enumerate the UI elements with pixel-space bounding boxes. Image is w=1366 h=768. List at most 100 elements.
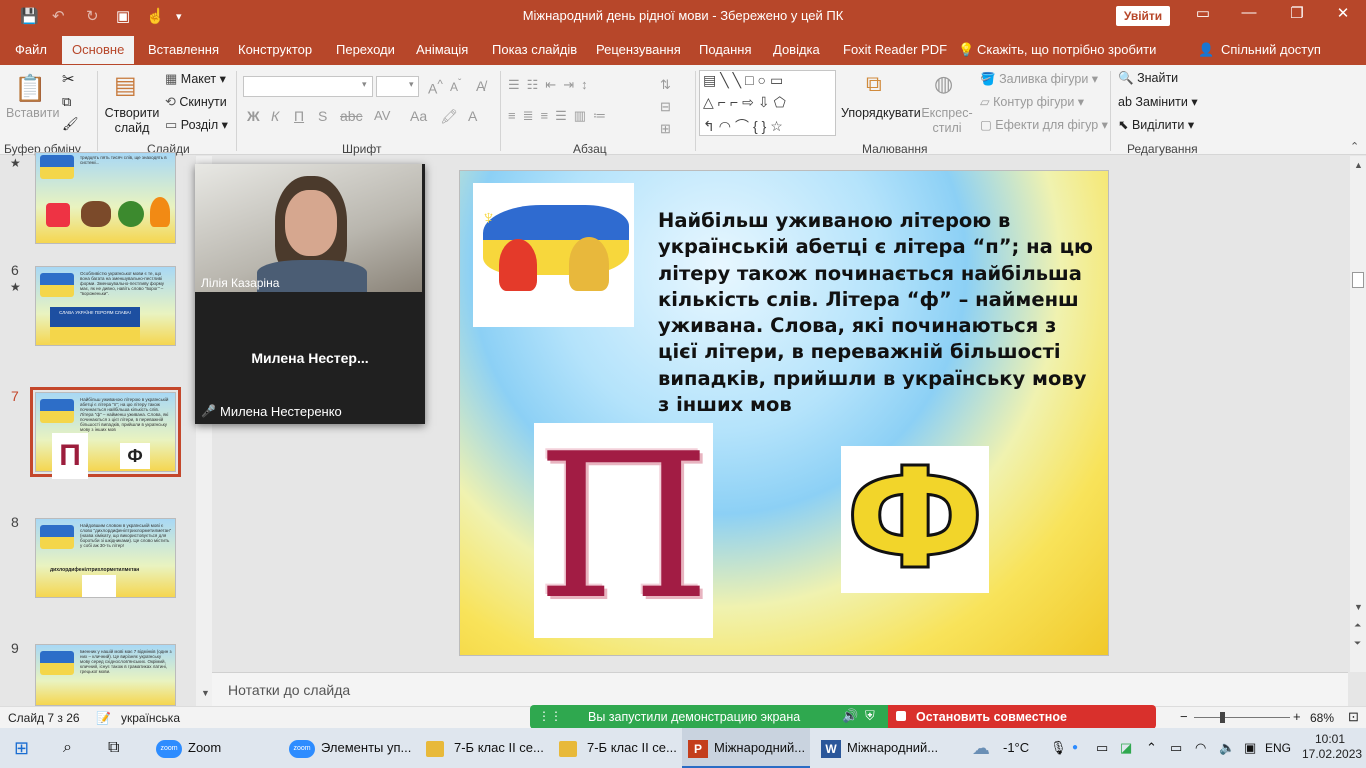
scroll-up-icon[interactable]: ▲ [1354, 160, 1363, 170]
slide-thumbnail-9[interactable]: Іменник у нашій мові має 7 відмінків (од… [35, 644, 176, 706]
zoom-tray-icon[interactable]: ● [1072, 728, 1078, 768]
shape-fill-button[interactable]: Заливка фігури [999, 72, 1088, 86]
sign-in-button[interactable]: Увійти [1116, 6, 1170, 26]
app-tray-icon[interactable]: ◪ [1120, 728, 1132, 768]
minimize-button[interactable]: — [1226, 4, 1272, 21]
keyboard-language[interactable]: ENG [1265, 728, 1291, 768]
camera-tray-icon[interactable]: ▭ [1096, 728, 1108, 768]
tab-view[interactable]: Подання [699, 42, 752, 57]
windows-start-icon[interactable]: ⊞ [14, 728, 29, 768]
weather-temp[interactable]: -1°C [1003, 728, 1029, 768]
slide-thumbnail-7[interactable]: Найбільш уживаною літерою в українській … [30, 387, 181, 479]
tab-design[interactable]: Конструктор [238, 42, 312, 57]
wifi-icon[interactable]: ◠ [1195, 728, 1206, 768]
notes-pane[interactable]: Нотатки до слайда [212, 672, 1348, 706]
zoom-slider[interactable] [1194, 717, 1290, 718]
list-icons[interactable]: ☰☷⇤⇥↕ [508, 77, 595, 93]
zoom-video-panel[interactable]: Лілія Казаріна Милена Нестер... 🎤 Милена… [195, 164, 425, 424]
taskbar-zoom[interactable]: zoom Zoom [150, 728, 278, 768]
paste-button[interactable]: Вставити [6, 106, 59, 120]
slide-scrollbar[interactable]: ▲ ▼ ⏶ ⏷ [1350, 156, 1366, 672]
layout-button[interactable]: Макет [181, 72, 216, 86]
maximize-button[interactable]: ❐ [1274, 4, 1320, 22]
taskbar-folder-2[interactable]: 7-Б клас II се... [549, 728, 677, 768]
format-painter-icon[interactable]: 🖌 [62, 116, 79, 132]
spacing-icon[interactable]: AV [374, 108, 390, 123]
copy-icon[interactable]: ⧉ [62, 94, 71, 110]
network-icon[interactable]: ▭ [1170, 728, 1182, 768]
change-case-icon[interactable]: Aa [410, 108, 427, 124]
drag-handle-icon[interactable]: ⋮⋮ [538, 709, 562, 723]
tab-foxit[interactable]: Foxit Reader PDF [843, 42, 947, 57]
shadow-button[interactable]: S [318, 108, 327, 124]
italic-button[interactable]: К [271, 108, 279, 124]
underline-button[interactable]: П [294, 108, 304, 124]
quick-styles-button[interactable]: Експрес-стилі [921, 106, 973, 136]
bold-button[interactable]: Ж [247, 108, 260, 124]
tab-help[interactable]: Довідка [773, 42, 820, 57]
strikethrough-icon[interactable]: abc [340, 108, 363, 124]
select-button[interactable]: Виділити [1132, 118, 1184, 132]
scroll-thumb[interactable] [1352, 272, 1364, 288]
section-button[interactable]: Розділ [181, 118, 218, 132]
taskbar-word[interactable]: W Міжнародний... [815, 728, 943, 768]
zoom-slider-thumb[interactable] [1220, 712, 1225, 723]
tab-home[interactable]: Основне [62, 36, 135, 64]
close-button[interactable]: ✕ [1320, 4, 1366, 22]
tab-review[interactable]: Рецензування [596, 42, 681, 57]
tab-insert[interactable]: Вставлення [148, 42, 219, 57]
collapse-ribbon-icon[interactable]: ⌃ [1350, 140, 1359, 153]
arrange-button[interactable]: Упорядкувати [841, 106, 921, 120]
ribbon-display-icon[interactable]: ▭ [1180, 4, 1226, 22]
share-button[interactable]: Спільний доступ [1221, 42, 1321, 57]
search-icon[interactable]: ⌕ [63, 728, 72, 768]
zoom-in-icon[interactable]: + [1293, 709, 1301, 724]
tell-me-search[interactable]: Скажіть, що потрібно зробити [977, 42, 1156, 57]
taskbar-zoom-elements[interactable]: zoom Элементы уп... [283, 728, 411, 768]
tab-file[interactable]: Файл [15, 42, 47, 57]
shapes-row1[interactable]: ▤╲╲□○▭ [703, 72, 787, 89]
tab-animations[interactable]: Анімація [416, 42, 468, 57]
smartart-icon[interactable]: ⊞ [660, 121, 671, 137]
shape-outline-button[interactable]: Контур фігури [993, 95, 1074, 109]
fit-slide-icon[interactable]: ⊡ [1348, 709, 1359, 725]
scroll-down-icon[interactable]: ▼ [201, 688, 210, 698]
align-text-icon[interactable]: ⊟ [660, 99, 671, 115]
shapes-row2[interactable]: △⌐⌐⇨⇩⬠ [703, 94, 790, 111]
taskbar-folder-1[interactable]: 7-Б клас II се... [416, 728, 544, 768]
next-slide-icon[interactable]: ⏷ [1354, 638, 1361, 649]
zoom-level[interactable]: 68% [1310, 711, 1334, 725]
previous-slide-icon[interactable]: ⏶ [1354, 620, 1361, 631]
language-switch-icon[interactable]: ▣ [1244, 728, 1256, 768]
slide-body-text[interactable]: Найбільш уживаною літерою в українській … [658, 208, 1098, 418]
weather-icon[interactable]: ☁ [972, 728, 990, 768]
shapes-row3[interactable]: ↰◠⌒{}☆ [703, 116, 787, 136]
tab-slideshow[interactable]: Показ слайдів [492, 42, 577, 57]
stop-share-button[interactable]: Остановить совместное использование [888, 705, 1156, 738]
scroll-down-icon[interactable]: ▼ [1354, 602, 1363, 612]
microphone-icon[interactable]: 🎙 [1050, 728, 1067, 768]
share-status[interactable]: ⋮⋮ Вы запустили демонстрацию экрана 🔊 ⛨ [530, 705, 888, 729]
font-color-icon[interactable]: A [468, 108, 477, 124]
audio-icon[interactable]: 🔊 [842, 708, 858, 724]
zoom-out-icon[interactable]: − [1180, 709, 1188, 724]
text-direction-icon[interactable]: ⇅ [660, 77, 671, 93]
spellcheck-icon[interactable]: 📝 [96, 711, 111, 725]
task-view-icon[interactable]: ⧉ [108, 728, 119, 768]
language-indicator[interactable]: українська [121, 711, 180, 725]
highlight-icon[interactable]: 🖍 [440, 108, 458, 125]
chevron-up-icon[interactable]: ⌃ [1146, 728, 1157, 768]
clear-format-icon[interactable]: A̸ [476, 78, 485, 94]
shape-effects-button[interactable]: Ефекти для фігур [995, 118, 1098, 132]
taskbar-powerpoint[interactable]: P Міжнародний... [682, 728, 810, 768]
slide-thumbnail-5[interactable]: тридцять пять тисяч слів, ще знаходять в… [35, 152, 176, 244]
new-slide-button[interactable]: Створити слайд [104, 106, 160, 136]
clock[interactable]: 10:01 17.02.2023 [1302, 732, 1362, 762]
align-icons[interactable]: ≡≣≡☰▥≔ [508, 108, 613, 124]
slide-thumbnail-6[interactable]: Особливістю української мови є те, що во… [35, 266, 176, 346]
find-button[interactable]: Знайти [1137, 71, 1178, 85]
font-name-field[interactable] [243, 76, 373, 97]
decrease-font-icon[interactable]: Aˇ [450, 78, 461, 94]
tab-transitions[interactable]: Переходи [336, 42, 395, 57]
slide-thumbnail-8[interactable]: Найдовшим словом в українській мові є сл… [35, 518, 176, 598]
